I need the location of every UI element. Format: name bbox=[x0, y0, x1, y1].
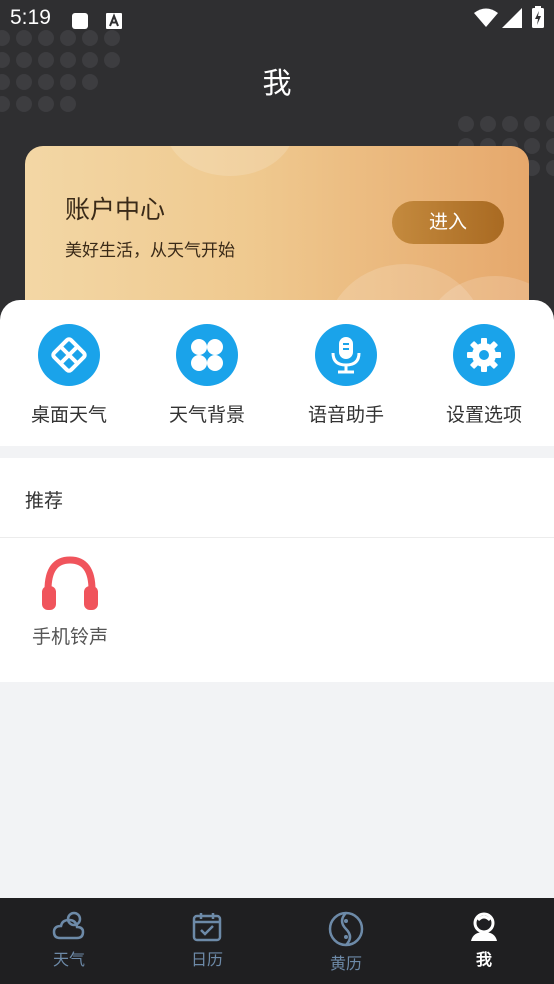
account-subtitle: 美好生活，从天气开始 bbox=[65, 241, 235, 261]
tool-label: 桌面天气 bbox=[30, 404, 107, 426]
widget-icon bbox=[38, 324, 100, 386]
tool-voice-assistant[interactable]: 语音助手 bbox=[277, 324, 415, 427]
cellular-signal-icon bbox=[502, 8, 522, 33]
bottom-nav: 天气 日历 黄历 我 bbox=[0, 898, 554, 984]
notification-square-icon bbox=[72, 10, 88, 34]
tool-label: 设置选项 bbox=[445, 404, 522, 426]
cloud-icon bbox=[52, 910, 86, 944]
divider bbox=[0, 537, 554, 538]
tool-weather-background[interactable]: 天气背景 bbox=[138, 324, 276, 427]
recommend-section: 推荐 手机铃声 bbox=[0, 458, 554, 682]
nav-label: 黄历 bbox=[329, 954, 362, 973]
battery-icon bbox=[532, 6, 544, 33]
nav-tab-me[interactable]: 我 bbox=[415, 910, 553, 970]
tool-settings[interactable]: 设置选项 bbox=[415, 324, 553, 427]
tool-desktop-weather[interactable]: 桌面天气 bbox=[0, 324, 138, 427]
nav-label: 日历 bbox=[190, 950, 223, 969]
status-time: 5:19 bbox=[10, 6, 51, 29]
microphone-icon bbox=[315, 324, 377, 386]
tools-panel: 桌面天气 天气背景 语音助手 设置选项 bbox=[0, 300, 554, 446]
wifi-icon bbox=[474, 8, 498, 33]
yin-yang-icon bbox=[327, 910, 365, 948]
nav-label: 天气 bbox=[52, 950, 85, 969]
grid-clover-icon bbox=[176, 324, 238, 386]
account-title: 账户中心 bbox=[65, 195, 166, 224]
recommend-item-label: 手机铃声 bbox=[31, 626, 108, 648]
tool-label: 语音助手 bbox=[307, 404, 384, 426]
tool-label: 天气背景 bbox=[168, 404, 245, 426]
nav-label: 我 bbox=[475, 950, 492, 969]
card-decoration bbox=[165, 146, 295, 176]
gear-icon bbox=[453, 324, 515, 386]
person-icon bbox=[467, 910, 501, 944]
recommend-title: 推荐 bbox=[25, 490, 64, 512]
recommend-item-ringtone[interactable]: 手机铃声 bbox=[22, 556, 118, 649]
nav-tab-almanac[interactable]: 黄历 bbox=[277, 910, 415, 974]
account-center-card[interactable]: 账户中心 美好生活，从天气开始 进入 bbox=[25, 146, 529, 326]
nav-tab-weather[interactable]: 天气 bbox=[0, 910, 138, 970]
headphones-icon bbox=[40, 556, 100, 612]
status-bar: 5:19 bbox=[0, 0, 554, 36]
calendar-icon bbox=[190, 910, 224, 944]
nav-tab-calendar[interactable]: 日历 bbox=[138, 910, 276, 970]
page-title: 我 bbox=[262, 66, 292, 100]
enter-button[interactable]: 进入 bbox=[392, 201, 504, 244]
app-notification-icon bbox=[106, 10, 122, 34]
